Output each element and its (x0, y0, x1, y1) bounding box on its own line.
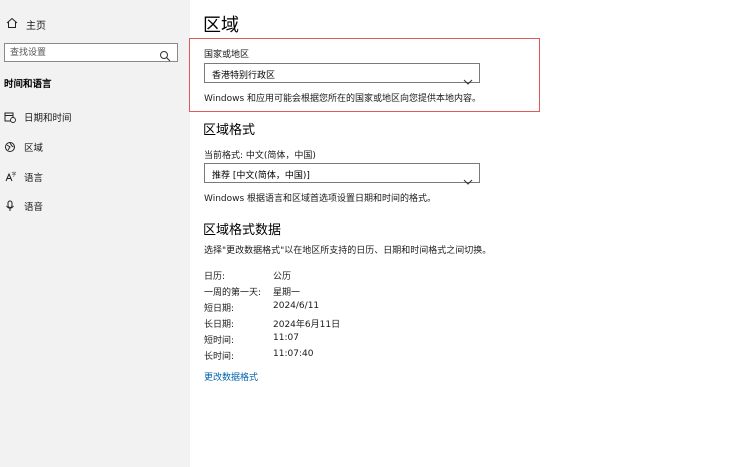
globe-region-icon (4, 141, 16, 153)
calendar-value: 公历 (273, 272, 292, 282)
chevron-down-icon (463, 70, 473, 85)
country-label: 国家或地区 (204, 50, 250, 60)
sidebar-item-date-time[interactable]: 日期和时间 (4, 109, 72, 125)
sidebar-item-label: 语言 (24, 173, 44, 184)
country-dropdown-value: 香港特别行政区 (212, 71, 276, 81)
search-icon[interactable] (159, 47, 171, 62)
long-time-value: 11:07:40 (273, 349, 314, 359)
page-title: 区域 (203, 15, 239, 36)
short-time-value: 11:07 (273, 333, 299, 343)
country-description: Windows 和应用可能会根据您所在的国家或地区向您提供本地内容。 (204, 94, 482, 104)
long-time-label: 长时间: (204, 352, 235, 362)
short-date-label: 短日期: (204, 304, 235, 314)
current-format-label: 当前格式: 中文(简体，中国) (204, 151, 316, 161)
main-content: 区域 国家或地区 香港特别行政区 Windows 和应用可能会根据您所在的国家或… (189, 0, 743, 467)
sidebar-item-speech[interactable]: 语音 (4, 198, 43, 214)
region-format-data-heading: 区域格式数据 (203, 223, 282, 238)
country-dropdown[interactable]: 香港特别行政区 (204, 63, 480, 85)
microphone-icon (4, 200, 16, 212)
first-day-of-week-value: 星期一 (273, 288, 301, 298)
language-icon: 字 (4, 171, 17, 183)
calendar-label: 日历: (204, 272, 226, 282)
sidebar-item-region[interactable]: 区域 (4, 139, 43, 155)
search-input[interactable] (10, 46, 150, 59)
home-icon (6, 17, 20, 32)
region-format-heading: 区域格式 (203, 123, 256, 138)
region-format-dropdown[interactable]: 推荐 [中文(简体，中国)] (204, 163, 480, 185)
calendar-clock-icon (4, 111, 16, 123)
settings-search-box[interactable] (4, 43, 178, 62)
region-format-description: Windows 根据语言和区域首选项设置日期和时间的格式。 (204, 194, 437, 204)
long-date-value: 2024年6月11日 (273, 320, 341, 330)
sidebar-item-label: 区域 (24, 143, 44, 154)
sidebar: 主页 时间和语言 日期和时间 区域 字 语言 语音 (0, 0, 190, 467)
short-date-value: 2024/6/11 (273, 301, 320, 311)
sidebar-item-label: 语音 (24, 202, 44, 213)
region-format-dropdown-value: 推荐 [中文(简体，中国)] (212, 171, 310, 181)
sidebar-item-language[interactable]: 字 语言 (4, 169, 43, 185)
sidebar-item-label: 日期和时间 (24, 113, 72, 124)
region-format-data-description: 选择"更改数据格式"以在地区所支持的日历、日期和时间格式之间切换。 (204, 246, 492, 256)
long-date-label: 长日期: (204, 320, 235, 330)
first-day-of-week-label: 一周的第一天: (204, 288, 262, 298)
home-label: 主页 (26, 20, 46, 32)
home-nav-item[interactable]: 主页 (6, 16, 46, 32)
sidebar-section-title: 时间和语言 (4, 79, 52, 90)
svg-text:字: 字 (12, 171, 17, 178)
short-time-label: 短时间: (204, 336, 235, 346)
change-data-format-link[interactable]: 更改数据格式 (204, 370, 258, 383)
chevron-down-icon (463, 170, 473, 185)
